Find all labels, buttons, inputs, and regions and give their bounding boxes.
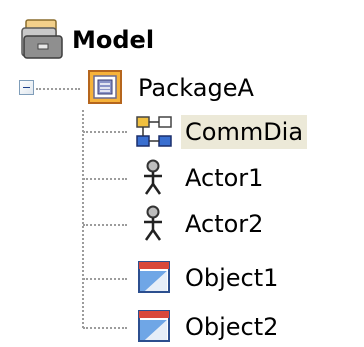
tree-connector — [83, 278, 127, 280]
tree-connector — [36, 88, 80, 90]
tree-item-actor2[interactable]: Actor2 — [135, 202, 267, 246]
model-folder-icon — [21, 19, 63, 59]
tree-connector — [83, 327, 127, 329]
tree-item-label: Object2 — [185, 313, 279, 341]
tree-item-label: Actor2 — [185, 210, 264, 238]
tree-connector — [83, 178, 127, 180]
tree-connector — [83, 224, 127, 226]
tree-connector — [83, 131, 127, 133]
actor-icon — [144, 159, 162, 195]
tree-item-label: CommDia — [181, 115, 308, 149]
tree-item-commdia[interactable]: CommDia — [135, 110, 308, 154]
tree-item-label: Object1 — [185, 264, 279, 292]
object-icon — [138, 310, 170, 342]
tree-root-model[interactable]: Model — [20, 18, 158, 62]
tree-item-label: Actor1 — [185, 164, 264, 192]
communication-diagram-icon — [136, 116, 172, 147]
tree-item-label: PackageA — [138, 74, 254, 102]
tree-item-packagea[interactable]: PackageA — [88, 66, 258, 110]
model-tree: Model PackageA CommDia Actor1 Actor2 Obj… — [0, 0, 364, 347]
collapse-toggle-button[interactable] — [19, 80, 34, 95]
tree-item-actor1[interactable]: Actor1 — [135, 156, 267, 200]
object-icon — [138, 261, 170, 293]
tree-item-object1[interactable]: Object1 — [135, 256, 282, 300]
package-icon — [88, 70, 122, 104]
tree-root-label: Model — [72, 26, 155, 54]
tree-connector — [82, 110, 84, 328]
tree-item-object2[interactable]: Object2 — [135, 305, 282, 347]
actor-icon — [144, 205, 162, 241]
